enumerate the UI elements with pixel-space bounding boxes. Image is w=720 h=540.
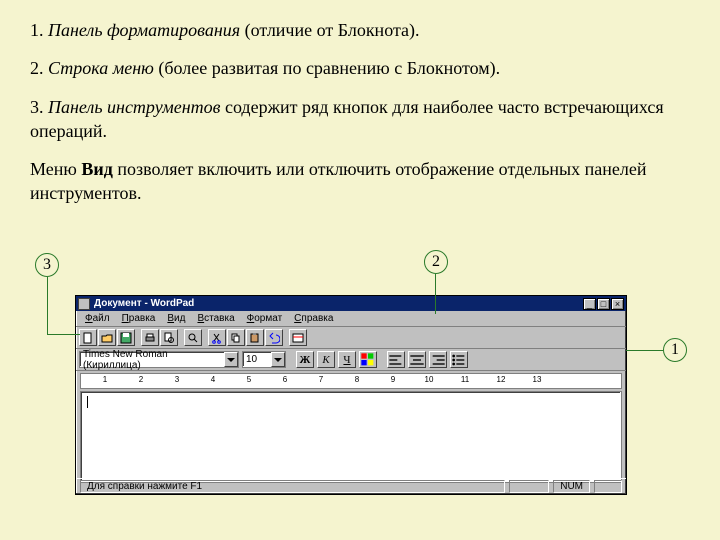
- term-1: Панель форматирования: [48, 20, 240, 40]
- open-button[interactable]: [98, 329, 116, 346]
- align-center-button[interactable]: [408, 351, 426, 368]
- p4b: позволяет включить или отключить отображ…: [30, 159, 647, 203]
- chevron-down-icon[interactable]: [271, 352, 285, 367]
- menu-view[interactable]: Вид: [162, 313, 190, 324]
- ruler[interactable]: 1 2 3 4 5 6 7 8 9 10 11 12 13: [80, 373, 622, 389]
- paragraph-4: Меню Вид позволяет включить или отключит…: [30, 157, 690, 206]
- italic-button[interactable]: К: [317, 351, 335, 368]
- chevron-down-icon[interactable]: [224, 352, 238, 367]
- copy-button[interactable]: [227, 329, 245, 346]
- color-button[interactable]: [359, 351, 377, 368]
- callout-3: 3: [35, 253, 59, 277]
- new-button[interactable]: [79, 329, 97, 346]
- num-2: 2.: [30, 58, 48, 78]
- find-button[interactable]: [184, 329, 202, 346]
- status-hint: Для справки нажмите F1: [80, 480, 505, 493]
- p4bold: Вид: [81, 159, 112, 179]
- datetime-button[interactable]: [289, 329, 307, 346]
- bullets-button[interactable]: [450, 351, 468, 368]
- text-caret: [87, 396, 88, 408]
- callout-2-line: [435, 274, 436, 314]
- save-button[interactable]: [117, 329, 135, 346]
- maximize-button[interactable]: □: [597, 298, 610, 310]
- menu-help[interactable]: Справка: [289, 313, 338, 324]
- format-toolbar: Times New Roman (Кириллица) 10 Ж К Ч: [76, 349, 626, 371]
- statusbar: Для справки нажмите F1 NUM: [76, 478, 626, 494]
- paste-button[interactable]: [246, 329, 264, 346]
- bold-button[interactable]: Ж: [296, 351, 314, 368]
- print-button[interactable]: [141, 329, 159, 346]
- menu-insert[interactable]: Вставка: [192, 313, 239, 324]
- wordpad-window: Документ - WordPad _ □ × Файл Правка Вид…: [75, 295, 627, 495]
- underline-button[interactable]: Ч: [338, 351, 356, 368]
- num-3: 3.: [30, 97, 48, 117]
- rest-1: (отличие от Блокнота).: [240, 20, 419, 40]
- standard-toolbar: [76, 327, 626, 349]
- menu-edit[interactable]: Правка: [117, 313, 161, 324]
- paragraph-1: 1. Панель форматирования (отличие от Бло…: [30, 18, 690, 42]
- titlebar[interactable]: Документ - WordPad _ □ ×: [76, 296, 626, 311]
- paragraph-2: 2. Строка меню (более развитая по сравне…: [30, 56, 690, 80]
- callout-1-line: [626, 350, 663, 351]
- cut-button[interactable]: [208, 329, 226, 346]
- preview-button[interactable]: [160, 329, 178, 346]
- close-button[interactable]: ×: [611, 298, 624, 310]
- paragraph-3: 3. Панель инструментов содержит ряд кноп…: [30, 95, 690, 144]
- align-left-button[interactable]: [387, 351, 405, 368]
- callout-3-line-v: [47, 277, 48, 334]
- font-name-value: Times New Roman (Кириллица): [83, 349, 224, 371]
- font-size-combo[interactable]: 10: [242, 351, 286, 368]
- term-3: Панель инструментов: [48, 97, 220, 117]
- callout-3-line-h: [47, 334, 80, 335]
- window-title: Документ - WordPad: [94, 298, 582, 309]
- undo-button[interactable]: [265, 329, 283, 346]
- menubar: Файл Правка Вид Вставка Формат Справка: [76, 311, 626, 327]
- p4a: Меню: [30, 159, 81, 179]
- font-name-combo[interactable]: Times New Roman (Кириллица): [79, 351, 239, 368]
- term-2: Строка меню: [48, 58, 154, 78]
- app-icon: [78, 298, 90, 310]
- menu-file[interactable]: Файл: [80, 313, 115, 324]
- callout-1: 1: [663, 338, 687, 362]
- align-right-button[interactable]: [429, 351, 447, 368]
- menu-format[interactable]: Формат: [242, 313, 288, 324]
- minimize-button[interactable]: _: [583, 298, 596, 310]
- num-1: 1.: [30, 20, 48, 40]
- rest-2: (более развитая по сравнению с Блокнотом…: [154, 58, 500, 78]
- status-num: NUM: [553, 480, 590, 493]
- callout-2: 2: [424, 250, 448, 274]
- editor-area[interactable]: [80, 391, 622, 483]
- font-size-value: 10: [246, 354, 257, 365]
